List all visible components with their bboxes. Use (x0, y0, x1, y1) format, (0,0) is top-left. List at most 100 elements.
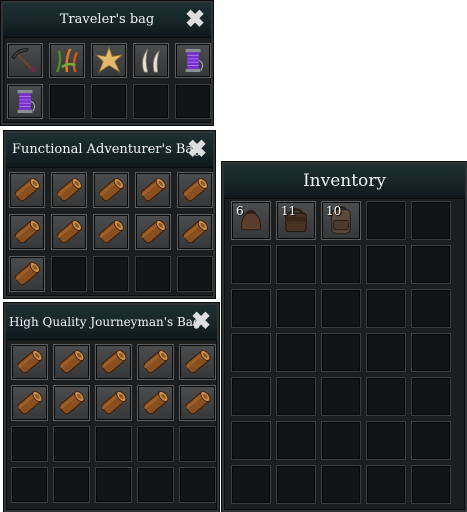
empty-slot[interactable] (321, 245, 361, 284)
empty-slot[interactable] (411, 421, 451, 460)
close-icon[interactable]: ✖ (184, 7, 206, 31)
item-slot[interactable] (9, 256, 45, 292)
empty-slot[interactable] (179, 467, 216, 503)
item-slot[interactable] (11, 385, 48, 421)
functional-adventurers-bag-window: Functional Adventurer's Bag ✖ (4, 131, 215, 298)
starfish-hide-icon (92, 44, 126, 77)
item-slot[interactable] (177, 214, 213, 250)
item-slot[interactable] (7, 84, 43, 119)
window-header[interactable]: High Quality Journeyman's Bag ✖ (6, 305, 217, 340)
empty-slot[interactable] (321, 289, 361, 328)
empty-slot[interactable] (321, 465, 361, 504)
empty-slot[interactable] (276, 465, 316, 504)
item-slot[interactable] (9, 214, 45, 250)
item-slot[interactable] (133, 43, 169, 78)
empty-slot[interactable] (366, 289, 406, 328)
item-slot[interactable] (51, 214, 87, 250)
item-slot[interactable] (179, 385, 216, 421)
item-slot[interactable] (11, 344, 48, 380)
empty-slot[interactable] (231, 421, 271, 460)
window-title: Traveler's bag (59, 12, 155, 27)
empty-slot[interactable] (366, 377, 406, 416)
item-slot[interactable] (51, 172, 87, 208)
item-slot[interactable] (175, 43, 211, 78)
empty-slot[interactable] (93, 256, 129, 292)
window-header[interactable]: Traveler's bag ✖ (3, 3, 211, 38)
window-header[interactable]: Functional Adventurer's Bag ✖ (6, 133, 213, 168)
item-slot[interactable] (93, 214, 129, 250)
empty-slot[interactable] (411, 333, 451, 372)
item-slot[interactable] (93, 172, 129, 208)
empty-slot[interactable] (276, 333, 316, 372)
item-slot[interactable] (53, 385, 90, 421)
item-slot[interactable]: 11 (276, 201, 316, 240)
empty-slot[interactable] (321, 377, 361, 416)
empty-slot[interactable] (411, 245, 451, 284)
empty-slot[interactable] (137, 467, 174, 503)
item-slot[interactable] (137, 385, 174, 421)
log-icon (136, 215, 170, 249)
item-slot[interactable] (137, 344, 174, 380)
stack-count: 6 (236, 204, 244, 218)
empty-slot[interactable] (179, 426, 216, 462)
item-slot[interactable] (95, 385, 132, 421)
empty-slot[interactable] (321, 421, 361, 460)
item-slot[interactable] (179, 344, 216, 380)
item-slot[interactable] (135, 214, 171, 250)
empty-slot[interactable] (366, 465, 406, 504)
pickaxe-icon (8, 44, 42, 77)
empty-slot[interactable] (53, 426, 90, 462)
empty-slot[interactable] (53, 467, 90, 503)
item-slot[interactable]: 10 (321, 201, 361, 240)
empty-slot[interactable] (133, 84, 169, 119)
empty-slot[interactable] (95, 467, 132, 503)
stack-count: 10 (326, 204, 342, 218)
empty-slot[interactable] (135, 256, 171, 292)
empty-slot[interactable] (366, 333, 406, 372)
empty-slot[interactable] (49, 84, 85, 119)
empty-slot[interactable] (411, 377, 451, 416)
empty-slot[interactable] (91, 84, 127, 119)
inventory-window: Inventory 6 11 10 (222, 162, 467, 512)
empty-slot[interactable] (11, 467, 48, 503)
bag-slot-grid (11, 344, 216, 503)
item-slot[interactable] (7, 43, 43, 78)
close-icon[interactable]: ✖ (186, 137, 208, 161)
item-slot[interactable] (91, 43, 127, 78)
empty-slot[interactable] (366, 201, 406, 240)
empty-slot[interactable] (231, 245, 271, 284)
empty-slot[interactable] (231, 333, 271, 372)
empty-slot[interactable] (51, 256, 87, 292)
empty-slot[interactable] (366, 245, 406, 284)
empty-slot[interactable] (231, 289, 271, 328)
empty-slot[interactable] (411, 201, 451, 240)
empty-slot[interactable] (276, 289, 316, 328)
empty-slot[interactable] (321, 333, 361, 372)
empty-slot[interactable] (276, 421, 316, 460)
high-quality-journeymans-bag-window: High Quality Journeyman's Bag ✖ (4, 303, 219, 512)
item-slot[interactable] (95, 344, 132, 380)
empty-slot[interactable] (175, 84, 211, 119)
empty-slot[interactable] (231, 377, 271, 416)
empty-slot[interactable] (366, 421, 406, 460)
item-slot[interactable] (9, 172, 45, 208)
empty-slot[interactable] (11, 426, 48, 462)
close-icon[interactable]: ✖ (190, 309, 212, 333)
empty-slot[interactable] (411, 465, 451, 504)
empty-slot[interactable] (276, 377, 316, 416)
window-header[interactable]: Inventory (224, 164, 465, 199)
item-slot[interactable] (135, 172, 171, 208)
herb-bundle-icon (50, 44, 84, 77)
empty-slot[interactable] (276, 245, 316, 284)
empty-slot[interactable] (177, 256, 213, 292)
item-slot[interactable] (49, 43, 85, 78)
thread-spool-icon (176, 44, 210, 77)
empty-slot[interactable] (411, 289, 451, 328)
item-slot[interactable] (177, 172, 213, 208)
empty-slot[interactable] (95, 426, 132, 462)
item-slot[interactable] (53, 344, 90, 380)
empty-slot[interactable] (231, 465, 271, 504)
item-slot[interactable]: 6 (231, 201, 271, 240)
log-icon (94, 215, 128, 249)
empty-slot[interactable] (137, 426, 174, 462)
